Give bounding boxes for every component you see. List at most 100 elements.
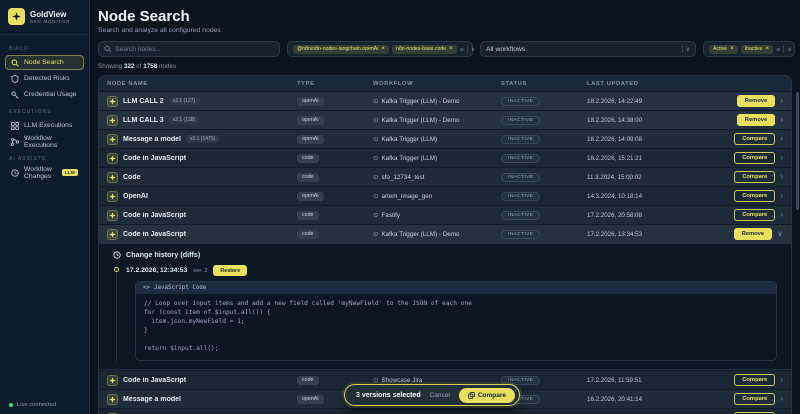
chevron-down-icon[interactable]: ∨: [777, 230, 783, 238]
remove-button[interactable]: Remove: [737, 114, 776, 126]
table-row[interactable]: LLM CALL 2v2.1 (127) openAi ⊙Kafka Trigg…: [99, 91, 791, 110]
compare-button[interactable]: Compare: [734, 393, 775, 405]
chevron-down-icon[interactable]: ∨: [686, 46, 690, 53]
node-icon: [107, 134, 118, 145]
node-name: Code in JavaScript: [123, 231, 186, 238]
results-summary: Showing 322 of 1758 nodes: [98, 63, 795, 70]
table-row[interactable]: OpenAI openAi ⊙artem_image_gen Inactive …: [99, 186, 791, 205]
code-block[interactable]: // Loop over input items and add a new f…: [136, 294, 776, 360]
chip-label: Inactive: [745, 46, 763, 52]
table-row-expanded[interactable]: Code in JavaScript code ⊙Kafka Trigger (…: [99, 224, 791, 243]
scrollbar[interactable]: [796, 92, 799, 210]
status-multiselect[interactable]: Active × Inactive × × ∨: [703, 41, 795, 57]
chevron-down-icon[interactable]: ∨: [787, 46, 791, 53]
change-history-panel: Change history (diffs) 17.2.2026, 12:34:…: [99, 243, 791, 370]
node-icon: [107, 153, 118, 164]
chevron-right-icon[interactable]: ›: [780, 173, 783, 181]
table-row[interactable]: SortAttributesByArtId code ⊙Hornbach Eti…: [99, 408, 791, 414]
node-icon: [107, 229, 118, 240]
workflow-select[interactable]: All workflows ∨: [480, 41, 696, 57]
chevron-right-icon[interactable]: ›: [780, 395, 783, 403]
sidebar-item-workflow-executions[interactable]: Workflow Executions: [5, 134, 84, 149]
last-updated: 14.3.2024, 10:18:14: [587, 193, 733, 200]
version-badge: v2.1 (1475): [186, 135, 219, 143]
history-icon: [113, 251, 121, 259]
chevron-right-icon[interactable]: ›: [780, 97, 783, 105]
status-badge: Inactive: [501, 230, 540, 239]
sidebar-item-node-search[interactable]: Node Search: [5, 55, 84, 70]
goldview-logo-icon: [8, 8, 25, 25]
workflow-name: Kafka Trigger (LLM) - Demo: [381, 98, 459, 105]
remove-button[interactable]: Remove: [737, 95, 776, 107]
table-row[interactable]: Code in JavaScript code ⊙Fastify Inactiv…: [99, 205, 791, 224]
compare-button[interactable]: Compare: [734, 171, 775, 183]
chip-close-icon[interactable]: ×: [730, 47, 734, 52]
filter-chip-code[interactable]: n8n-nodes-base.code ×: [392, 45, 457, 54]
node-type-multiselect[interactable]: @n8n/n8n-nodes-langchain.openAi × n8n-no…: [287, 41, 473, 57]
selection-count-label: 3 versions selected: [356, 392, 421, 399]
workflow-icon: ⊙: [373, 230, 378, 238]
workflow-name: Kafka Trigger (LLM): [381, 136, 437, 143]
restore-button[interactable]: Restore: [213, 265, 247, 276]
search-icon: [104, 45, 111, 53]
compare-button[interactable]: Compare: [734, 152, 775, 164]
table-row[interactable]: Code code ⊙sfo_12734_test Inactive 11.3.…: [99, 167, 791, 186]
filter-chip-openai[interactable]: @n8n/n8n-nodes-langchain.openAi ×: [293, 45, 389, 54]
status-badge: Inactive: [501, 173, 540, 182]
page-title: Node Search: [98, 8, 795, 25]
sidebar-item-llm-executions[interactable]: LLM Executions: [5, 118, 84, 133]
chip-close-icon[interactable]: ×: [381, 47, 385, 52]
clear-filter-icon[interactable]: ×: [776, 45, 780, 54]
compare-button[interactable]: Compare: [734, 209, 775, 221]
workflow-icon: ⊙: [373, 154, 378, 162]
type-badge: openAi: [297, 192, 324, 201]
divider: [682, 45, 683, 53]
sidebar: GoldView N8N MONITOR BUILD Node Search D…: [0, 0, 90, 414]
sidebar-item-label: Detected Risks: [24, 75, 70, 82]
compare-button[interactable]: Compare: [734, 190, 775, 202]
page-subtitle: Search and analyze all configured nodes: [98, 27, 795, 34]
type-badge: openAi: [297, 135, 324, 144]
filter-chip-inactive[interactable]: Inactive ×: [741, 45, 773, 54]
chevron-right-icon[interactable]: ›: [780, 376, 783, 384]
type-badge: code: [297, 154, 319, 163]
status-badge: Inactive: [501, 192, 540, 201]
chevron-right-icon[interactable]: ›: [780, 135, 783, 143]
chevron-right-icon[interactable]: ›: [780, 211, 783, 219]
node-icon: [107, 375, 118, 386]
chevron-right-icon[interactable]: ›: [780, 154, 783, 162]
type-badge: openAi: [297, 97, 324, 106]
node-icon: [107, 96, 118, 107]
last-updated: 11.3.2024, 15:00:02: [587, 174, 733, 181]
sidebar-item-detected-risks[interactable]: Detected Risks: [5, 71, 84, 86]
table-row[interactable]: LLM CALL 3v2.1 (138) openAi ⊙Kafka Trigg…: [99, 110, 791, 129]
compare-button[interactable]: Compare: [734, 374, 775, 386]
compare-selected-button[interactable]: Compare: [459, 388, 515, 403]
workflow-icon: ⊙: [373, 211, 378, 219]
llm-badge: LLM: [62, 169, 78, 176]
shield-icon: [11, 75, 19, 83]
node-name: LLM CALL 3: [123, 117, 164, 124]
sidebar-item-label: LLM Executions: [24, 122, 72, 129]
search-box[interactable]: [98, 41, 280, 57]
sidebar-item-credential-usage[interactable]: Credential Usage: [5, 87, 84, 102]
sidebar-item-workflow-changes[interactable]: Workflow Changes LLM: [5, 165, 84, 180]
node-name: Code in JavaScript: [123, 377, 186, 384]
clear-filter-icon[interactable]: ×: [460, 45, 464, 54]
search-input[interactable]: [115, 46, 274, 53]
table-row[interactable]: Message a modelv2.1 (1475) openAi ⊙Kafka…: [99, 129, 791, 148]
cancel-button[interactable]: Cancel: [430, 392, 450, 399]
remove-button[interactable]: Remove: [734, 228, 773, 240]
table-row[interactable]: Code in JavaScript code ⊙Kafka Trigger (…: [99, 148, 791, 167]
workflow-icon: ⊙: [373, 376, 378, 384]
change-history-title: Change history (diffs): [126, 250, 200, 259]
chevron-right-icon[interactable]: ›: [780, 192, 783, 200]
chip-close-icon[interactable]: ×: [766, 47, 770, 52]
version-timeline: 17.2.2026, 12:34:53 ver. 2 Restore <> Ja…: [116, 265, 777, 361]
chevron-down-icon[interactable]: ∨: [471, 46, 475, 53]
compare-button[interactable]: Compare: [734, 133, 775, 145]
filter-chip-active[interactable]: Active ×: [709, 45, 738, 54]
chevron-right-icon[interactable]: ›: [780, 116, 783, 124]
sidebar-item-label: Node Search: [24, 59, 64, 66]
chip-close-icon[interactable]: ×: [449, 47, 453, 52]
